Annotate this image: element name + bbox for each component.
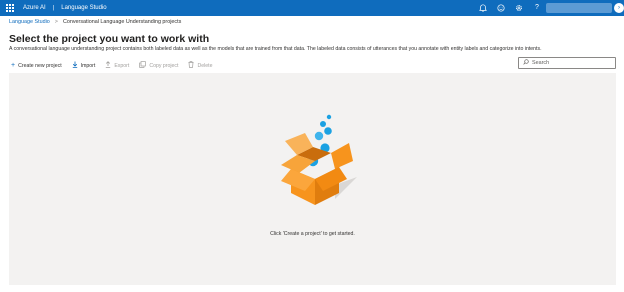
- breadcrumb-language-studio[interactable]: Language Studio: [9, 19, 50, 25]
- smiley-icon[interactable]: [496, 3, 506, 13]
- search-input[interactable]: [532, 60, 612, 66]
- page-description: A conversational language understanding …: [9, 46, 542, 52]
- copy-project-button[interactable]: Copy project: [139, 61, 178, 70]
- avatar[interactable]: ›: [614, 3, 624, 13]
- create-new-project-label: Create new project: [18, 62, 62, 69]
- top-bar: Azure AI | Language Studio ? ›: [0, 0, 624, 16]
- gear-icon[interactable]: [514, 3, 524, 13]
- search-box[interactable]: [518, 57, 616, 69]
- import-label: Import: [80, 62, 96, 69]
- bell-icon[interactable]: [478, 3, 488, 13]
- import-button[interactable]: Import: [72, 61, 96, 70]
- export-button[interactable]: Export: [105, 61, 129, 70]
- header-icons: ?: [478, 3, 542, 13]
- empty-state-message: Click 'Create a project' to get started.: [270, 231, 355, 237]
- copy-icon: [139, 61, 147, 70]
- breadcrumb: Language Studio > Conversational Languag…: [9, 19, 181, 25]
- breadcrumb-current: Conversational Language Understanding pr…: [62, 19, 182, 25]
- plus-icon: +: [11, 62, 16, 69]
- brand-separator: |: [52, 5, 55, 11]
- toolbar: + Create new project Import Export Copy …: [11, 61, 222, 70]
- brand-name[interactable]: Azure AI: [23, 5, 46, 11]
- trash-icon: [188, 61, 194, 70]
- page-title: Select the project you want to work with: [9, 33, 210, 45]
- import-icon: [72, 61, 78, 70]
- waffle-icon[interactable]: [5, 3, 15, 13]
- export-label: Export: [114, 62, 130, 69]
- create-new-project-button[interactable]: + Create new project: [11, 62, 62, 69]
- export-icon: [105, 61, 111, 70]
- copy-project-label: Copy project: [149, 62, 179, 69]
- search-icon: [523, 59, 529, 67]
- empty-box-illustration: [281, 114, 357, 205]
- breadcrumb-separator: >: [54, 19, 58, 25]
- delete-button[interactable]: Delete: [188, 61, 212, 70]
- help-icon[interactable]: ?: [532, 3, 542, 13]
- delete-label: Delete: [197, 62, 213, 69]
- app-name[interactable]: Language Studio: [61, 5, 106, 11]
- account-info[interactable]: [546, 3, 612, 13]
- projects-empty-panel: Click 'Create a project' to get started.: [9, 73, 616, 285]
